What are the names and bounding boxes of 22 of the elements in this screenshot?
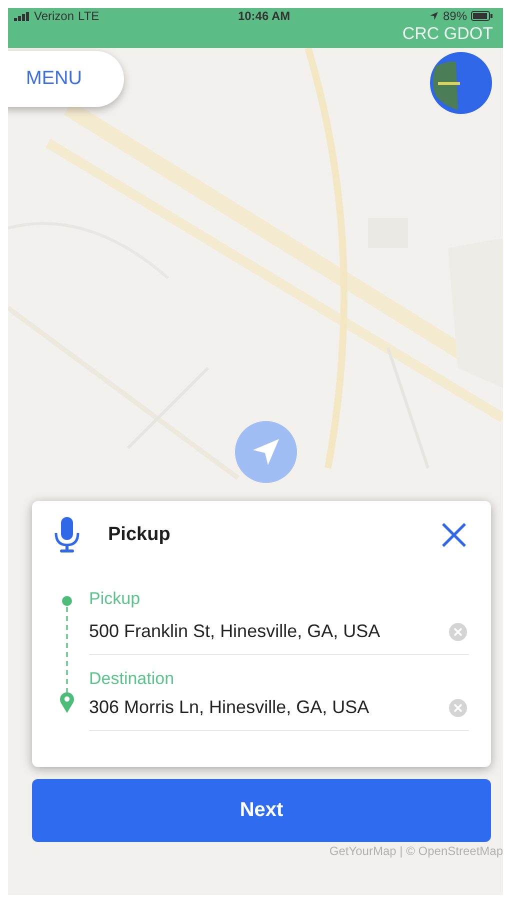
map-attribution: GetYourMap | © OpenStreetMap (329, 844, 503, 858)
carrier-text: Verizon (34, 9, 74, 23)
card-title: Pickup (108, 524, 172, 546)
clear-icon[interactable] (449, 698, 467, 716)
time-text: 10:46 AM (238, 9, 290, 23)
route-line-icon (59, 595, 75, 713)
battery-text: 89% (442, 9, 467, 23)
stop-label: Pickup (89, 589, 142, 609)
next-button[interactable]: Next (32, 779, 491, 842)
battery-icon (471, 11, 493, 21)
clear-icon[interactable] (449, 622, 467, 640)
address-field[interactable]: 306 Morris Ln, Hinesville, GA, USA (89, 689, 469, 731)
menu-button[interactable]: MENU (8, 51, 124, 107)
signal-icon (14, 12, 30, 20)
address-field[interactable]: 500 Franklin St, Hinesville, GA, USA (89, 609, 469, 655)
header-title: CRC GDOT (402, 24, 493, 44)
stop-label: Destination (89, 669, 176, 689)
network-text: LTE (78, 9, 100, 23)
location-icon (428, 11, 439, 21)
microphone-icon[interactable] (54, 517, 80, 553)
close-icon[interactable] (441, 522, 467, 548)
logo-icon (430, 52, 492, 114)
